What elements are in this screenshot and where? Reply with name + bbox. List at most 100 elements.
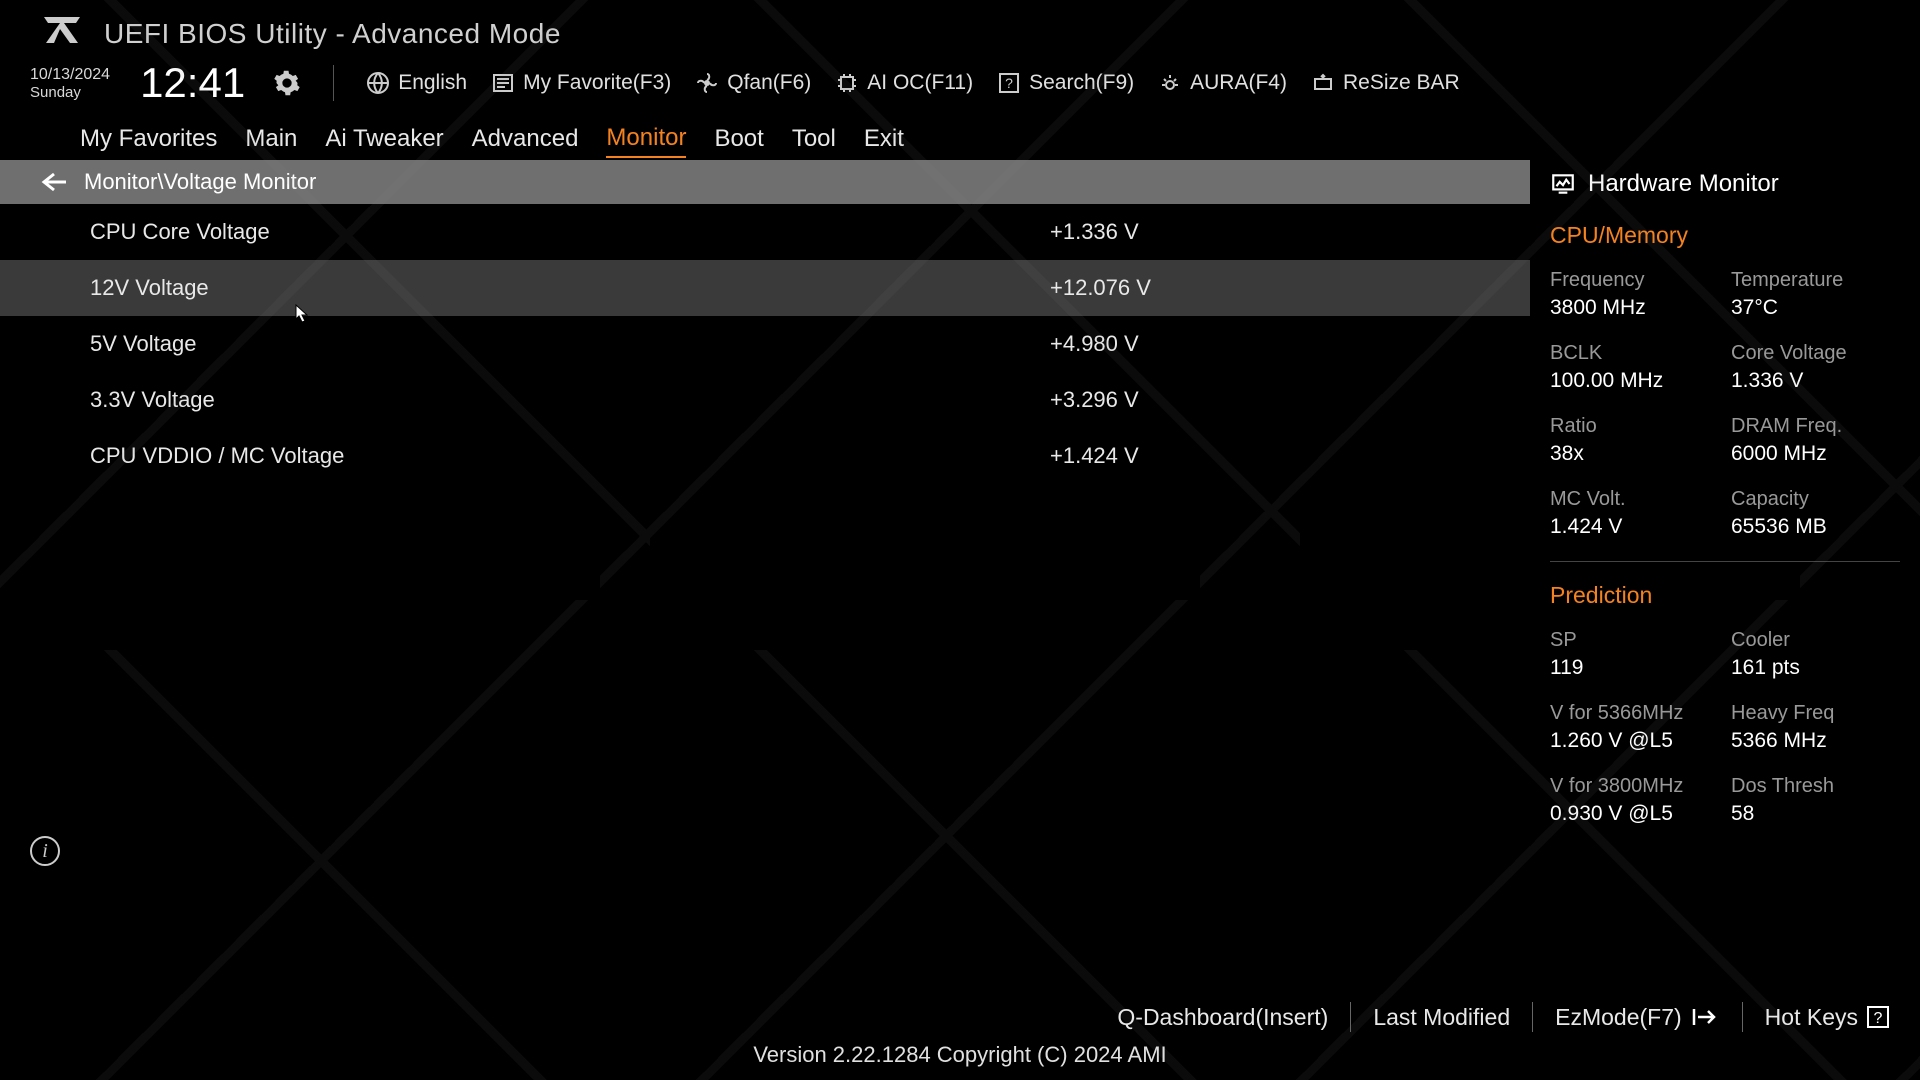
voltage-value: +4.980 V (1050, 331, 1139, 357)
list-icon (491, 71, 515, 95)
day-text: Sunday (30, 84, 110, 101)
metric: V for 5366MHz 1.260 V @L5 (1550, 702, 1719, 753)
voltage-label: CPU Core Voltage (90, 219, 1050, 245)
nav-tab-tool[interactable]: Tool (792, 121, 836, 157)
voltage-value: +3.296 V (1050, 387, 1139, 413)
info-bar: i (0, 822, 1560, 972)
nav-tab-exit[interactable]: Exit (864, 121, 904, 157)
resize-icon (1311, 71, 1335, 95)
metric: V for 3800MHz 0.930 V @L5 (1550, 775, 1719, 826)
metric-value: 6000 MHz (1731, 442, 1900, 466)
date-block: 10/13/2024 Sunday (30, 66, 110, 101)
aura-button[interactable]: AURA(F4) (1158, 71, 1287, 95)
metric: Cooler 161 pts (1731, 629, 1900, 680)
metric-label: Core Voltage (1731, 342, 1900, 365)
nav-tab-monitor[interactable]: Monitor (606, 120, 686, 158)
sidebar-section-title: Prediction (1550, 582, 1900, 609)
metric-label: Frequency (1550, 269, 1719, 292)
metric: MC Volt.1.424 V (1550, 488, 1719, 539)
resize-bar-button[interactable]: ReSize BAR (1311, 71, 1460, 95)
breadcrumb-bar[interactable]: Monitor\Voltage Monitor (0, 160, 1530, 204)
voltage-row[interactable]: 3.3V Voltage+3.296 V (0, 372, 1530, 428)
last-modified-button[interactable]: Last Modified (1373, 1004, 1510, 1031)
voltage-row[interactable]: 5V Voltage+4.980 V (0, 316, 1530, 372)
metric-label: Capacity (1731, 488, 1900, 511)
metric-label: Cooler (1731, 629, 1900, 652)
nav-tab-main[interactable]: Main (245, 121, 297, 157)
date-text: 10/13/2024 (30, 66, 110, 84)
gear-icon[interactable] (273, 69, 301, 97)
separator (1532, 1002, 1533, 1032)
metric-value: 65536 MB (1731, 515, 1900, 539)
sun-icon (1158, 71, 1182, 95)
aura-label: AURA(F4) (1190, 71, 1287, 95)
metric-label: Temperature (1731, 269, 1900, 292)
voltage-value: +1.336 V (1050, 219, 1139, 245)
metric-label: SP (1550, 629, 1719, 652)
nav-tab-boot[interactable]: Boot (714, 121, 763, 157)
help-icon: ? (997, 71, 1021, 95)
voltage-label: 12V Voltage (90, 275, 1050, 301)
chip-icon (835, 71, 859, 95)
back-arrow-icon[interactable] (40, 170, 70, 194)
ez-mode-button[interactable]: EzMode(F7) (1555, 1004, 1720, 1031)
metric: Core Voltage1.336 V (1731, 342, 1900, 393)
metric-label: Heavy Freq (1731, 702, 1900, 725)
metric-value: 0.930 V @L5 (1550, 802, 1719, 826)
metric-label: V for 3800MHz (1550, 775, 1719, 798)
nav-tab-advanced[interactable]: Advanced (472, 121, 579, 157)
voltage-label: 3.3V Voltage (90, 387, 1050, 413)
voltage-list: CPU Core Voltage+1.336 V12V Voltage+12.0… (0, 204, 1530, 484)
my-favorite-button[interactable]: My Favorite(F3) (491, 71, 671, 95)
metric: Temperature 37°C (1731, 269, 1900, 320)
metric-label: V for 5366MHz (1550, 702, 1719, 725)
question-icon: ? (1866, 1005, 1890, 1029)
separator (1350, 1002, 1351, 1032)
voltage-row[interactable]: CPU VDDIO / MC Voltage+1.424 V (0, 428, 1530, 484)
sidebar-section-title: CPU/Memory (1550, 222, 1900, 249)
sidebar-header: Hardware Monitor (1550, 170, 1900, 198)
svg-text:?: ? (1874, 1010, 1883, 1027)
ai-oc-label: AI OC(F11) (867, 71, 973, 95)
metric-value: 37°C (1731, 296, 1900, 320)
language-button[interactable]: English (366, 71, 467, 95)
voltage-value: +1.424 V (1050, 443, 1139, 469)
nav-tabs: My Favorites Main Ai Tweaker Advanced Monito… (0, 118, 1920, 160)
metric-value: 5366 MHz (1731, 729, 1900, 753)
header: UEFI BIOS Utility - Advanced Mode (0, 0, 1920, 60)
voltage-row[interactable]: CPU Core Voltage+1.336 V (0, 204, 1530, 260)
metric-value: 38x (1550, 442, 1719, 466)
metric: SP 119 (1550, 629, 1719, 680)
metric-value: 161 pts (1731, 656, 1900, 680)
metric-label: DRAM Freq. (1731, 415, 1900, 438)
voltage-label: 5V Voltage (90, 331, 1050, 357)
nav-tab-my-favorites[interactable]: My Favorites (80, 121, 217, 157)
metric: Frequency3800 MHz (1550, 269, 1719, 320)
metric: DRAM Freq. 6000 MHz (1731, 415, 1900, 466)
divider (333, 65, 334, 101)
info-icon: i (30, 836, 60, 866)
metric-grid: Frequency3800 MHzTemperature37°CBCLK100.… (1550, 269, 1900, 539)
my-favorite-label: My Favorite(F3) (523, 71, 671, 95)
search-button[interactable]: ? Search(F9) (997, 71, 1134, 95)
metric: Ratio 38x (1550, 415, 1719, 466)
hot-keys-button[interactable]: Hot Keys ? (1765, 1004, 1890, 1031)
sidebar-title: Hardware Monitor (1588, 170, 1779, 198)
qfan-button[interactable]: Qfan(F6) (695, 71, 811, 95)
nav-tab-ai-tweaker[interactable]: Ai Tweaker (325, 121, 443, 157)
voltage-value: +12.076 V (1050, 275, 1151, 301)
voltage-row[interactable]: 12V Voltage+12.076 V (0, 260, 1530, 316)
metric-value: 1.260 V @L5 (1550, 729, 1719, 753)
metric-value: 119 (1550, 656, 1719, 680)
search-label: Search(F9) (1029, 71, 1134, 95)
fan-icon (695, 71, 719, 95)
ai-oc-button[interactable]: AI OC(F11) (835, 71, 973, 95)
metric: Capacity 65536 MB (1731, 488, 1900, 539)
metric-label: Ratio (1550, 415, 1719, 438)
separator (1742, 1002, 1743, 1032)
metric-value: 100.00 MHz (1550, 369, 1719, 393)
enter-icon (1690, 1005, 1720, 1029)
q-dashboard-button[interactable]: Q-Dashboard(Insert) (1117, 1004, 1328, 1031)
top-bar: 10/13/2024 Sunday 12:41 English My Favor… (0, 60, 1920, 118)
divider (1550, 561, 1900, 562)
